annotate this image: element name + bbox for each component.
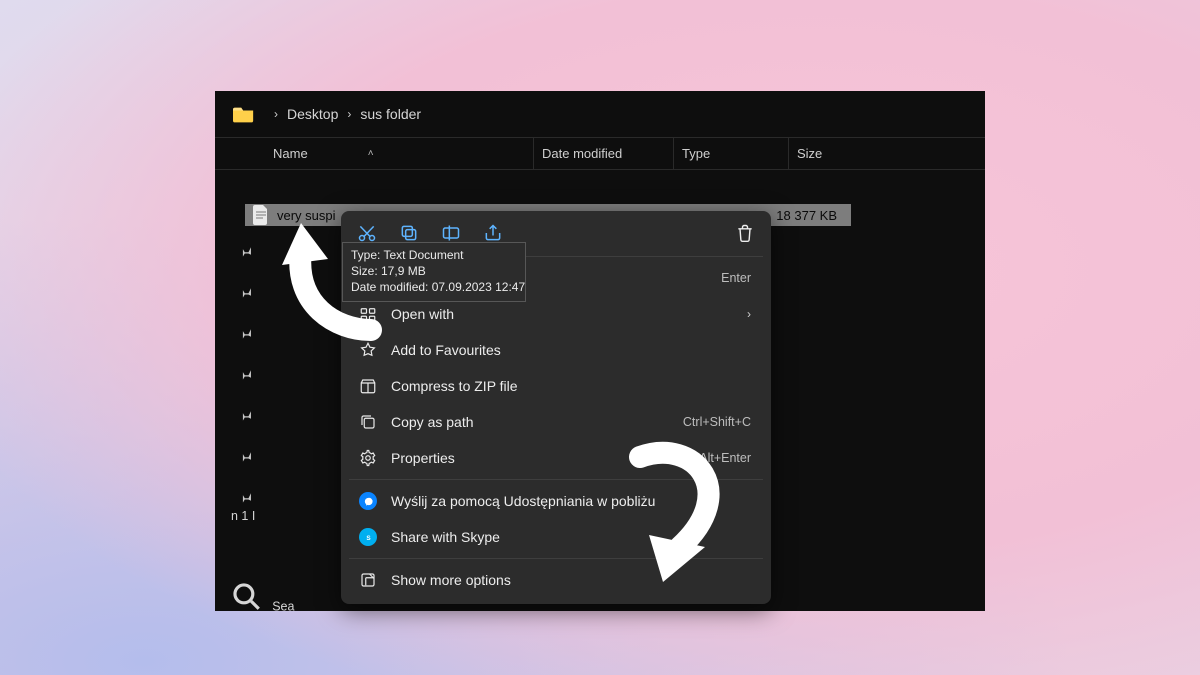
tooltip-type: Type: Text Document [351,247,517,263]
svg-text:S: S [366,534,371,541]
column-date-label: Date modified [542,146,622,161]
text-file-icon [253,205,269,225]
pin-icon [239,367,253,381]
column-size-label: Size [797,146,822,161]
menu-nearby-label: Wyślij za pomocą Udostępniania w pobliżu [391,493,751,509]
search-icon [231,602,263,616]
folder-icon [233,105,255,123]
menu-properties[interactable]: Properties Alt+Enter [345,440,767,476]
rename-icon[interactable] [441,223,461,243]
tooltip-size: Size: 17,9 MB [351,263,517,279]
menu-compress-zip[interactable]: Compress to ZIP file [345,368,767,404]
menu-copy-path-label: Copy as path [391,414,683,430]
cut-icon[interactable] [357,223,377,243]
column-name-label: Name [273,146,308,161]
column-date[interactable]: Date modified [533,138,673,169]
share-icon[interactable] [483,223,503,243]
menu-separator [349,558,763,559]
menu-skype-label: Share with Skype [391,529,751,545]
pin-icon [239,285,253,299]
file-tooltip: Type: Text Document Size: 17,9 MB Date m… [342,242,526,302]
delete-icon[interactable] [735,223,755,243]
chevron-right-icon: › [347,107,351,121]
column-headers: Name ˄ Date modified Type Size [215,137,985,170]
column-type[interactable]: Type [673,138,788,169]
sort-asc-icon: ˄ [368,148,374,159]
file-size: 18 377 KB [761,208,851,223]
menu-nearby-share[interactable]: Wyślij za pomocą Udostępniania w pobliżu [345,483,767,519]
file-explorer-window: › Desktop › sus folder Name ˄ Date modif… [215,91,985,611]
sidebar-search-row[interactable]: Sea [231,581,263,616]
menu-more-label: Show more options [391,572,751,588]
tooltip-date: Date modified: 07.09.2023 12:47 [351,279,517,295]
menu-show-more-options[interactable]: Show more options [345,562,767,598]
menu-copy-path[interactable]: Copy as path Ctrl+Shift+C [345,404,767,440]
column-type-label: Type [682,146,710,161]
nearby-share-icon [359,492,377,510]
menu-share-skype[interactable]: S Share with Skype [345,519,767,555]
menu-zip-label: Compress to ZIP file [391,378,751,394]
menu-open-hint: Enter [721,271,751,285]
properties-icon [359,449,377,467]
column-size[interactable]: Size [788,138,985,169]
breadcrumb[interactable]: › Desktop › sus folder [215,91,985,137]
pin-icon [239,490,253,504]
breadcrumb-folder[interactable]: sus folder [360,106,421,122]
zip-icon [359,377,377,395]
skype-icon: S [359,528,377,546]
more-options-icon [359,571,377,589]
pin-icon [239,408,253,422]
chevron-right-icon: › [274,107,278,121]
pin-icon [239,326,253,340]
sidebar-search-label: Sea [272,600,294,614]
chevron-right-icon: › [747,307,751,321]
menu-props-label: Properties [391,450,699,466]
menu-props-hint: Alt+Enter [699,451,751,465]
column-name[interactable]: Name ˄ [215,146,533,161]
star-icon [359,341,377,359]
menu-copy-path-hint: Ctrl+Shift+C [683,415,751,429]
quick-access-pins [239,244,253,504]
menu-open-with-label: Open with [391,306,747,322]
menu-add-favourites[interactable]: Add to Favourites [345,332,767,368]
copy-icon[interactable] [399,223,419,243]
copy-path-icon [359,413,377,431]
open-with-icon [359,305,377,323]
menu-separator [349,479,763,480]
pin-icon [239,244,253,258]
pin-icon [239,449,253,463]
menu-fav-label: Add to Favourites [391,342,751,358]
breadcrumb-desktop[interactable]: Desktop [287,106,338,122]
sidebar-truncated-row[interactable]: n 1 I [231,509,255,523]
